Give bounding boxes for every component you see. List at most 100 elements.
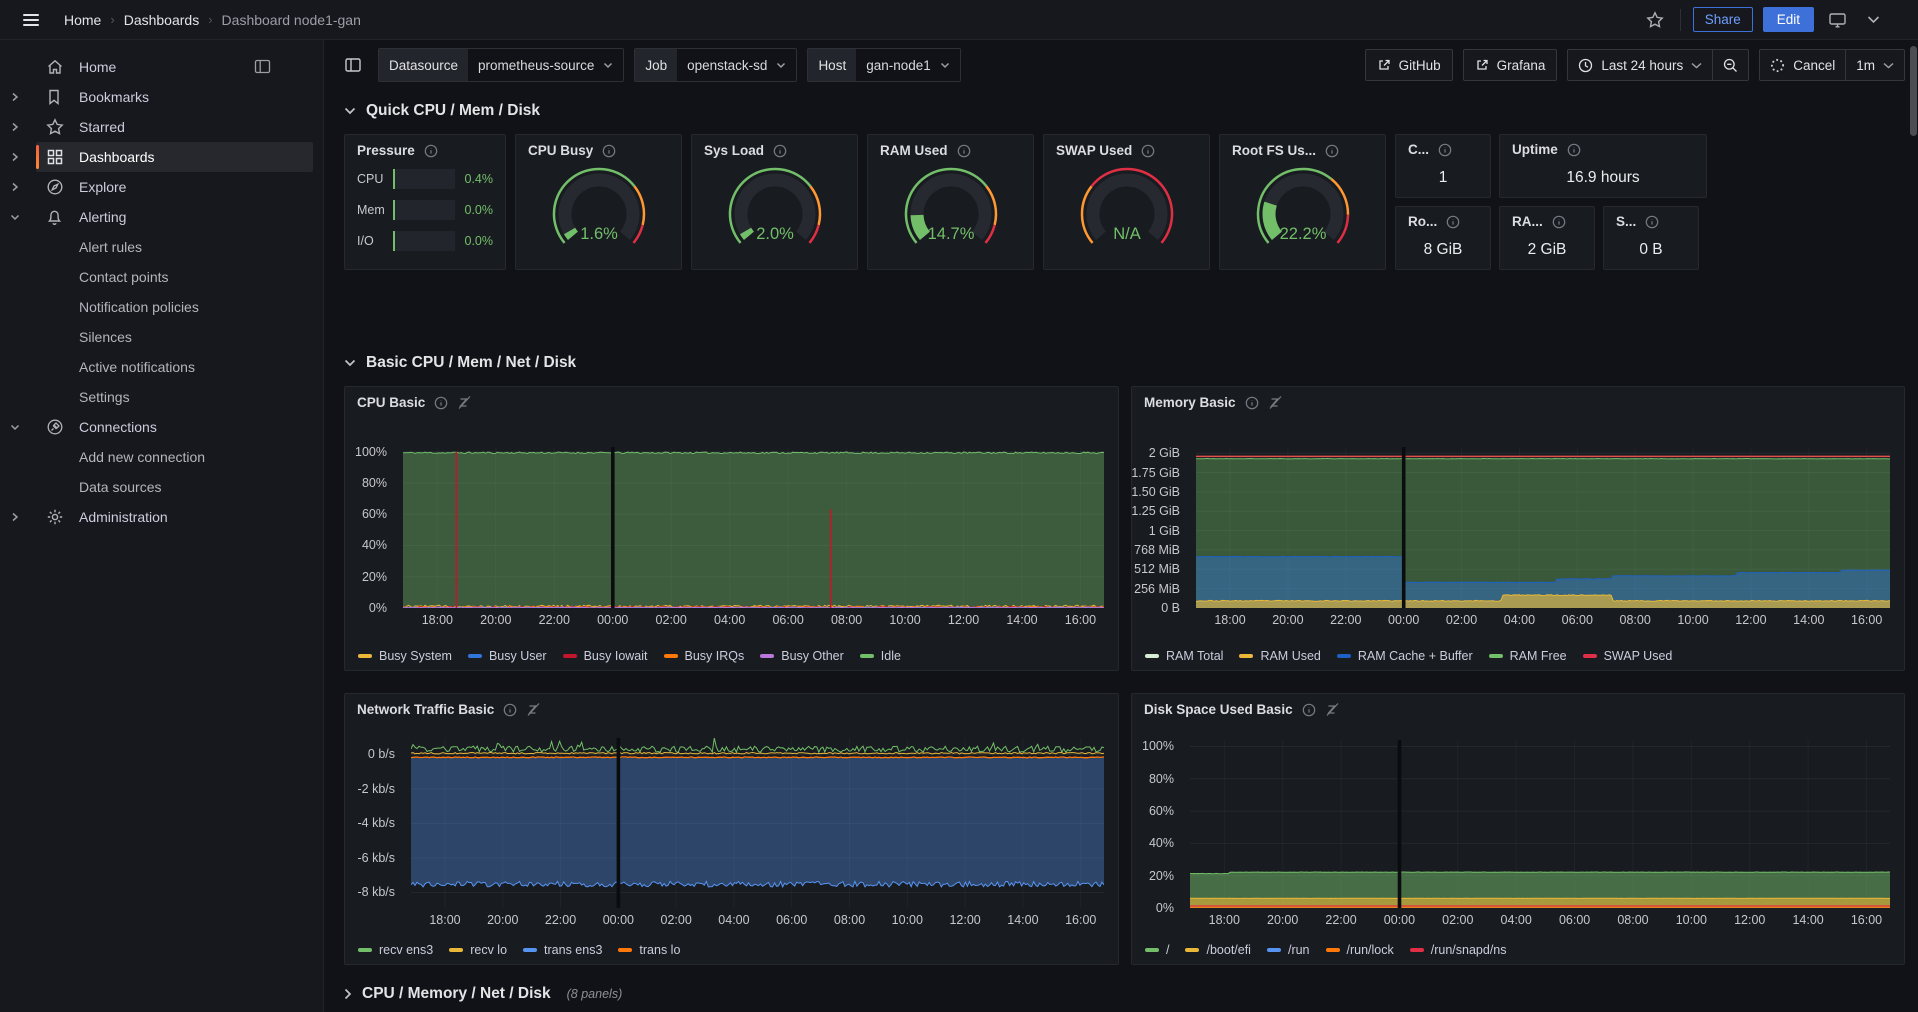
link-button-grafana[interactable]: Grafana [1463,49,1558,81]
dock-toggle-icon[interactable] [344,56,368,74]
panel-status-icon[interactable] [1325,702,1340,717]
chart-plot-area[interactable] [1196,447,1890,608]
legend-item-busy-user[interactable]: Busy User [468,649,547,663]
chart-plot-area[interactable] [411,738,1104,908]
panel-status-icon[interactable] [457,395,472,410]
sidebar-item-explore[interactable]: Explore [0,172,323,202]
legend-item-busy-other[interactable]: Busy Other [760,649,844,663]
hamburger-menu-icon[interactable] [20,9,42,31]
legend-item-trans-lo[interactable]: trans lo [618,943,680,957]
legend-item-swap-used[interactable]: SWAP Used [1583,649,1673,663]
refresh-interval-select[interactable]: 1m [1846,50,1904,80]
breadcrumb-item-dashboard-node1-gan[interactable]: Dashboard node1-gan [222,12,361,28]
legend-item-busy-irqs[interactable]: Busy IRQs [664,649,745,663]
chevron-right-icon[interactable] [10,122,36,132]
tv-kiosk-icon[interactable] [1824,7,1850,33]
info-icon[interactable] [957,144,971,158]
chevron-right-icon[interactable] [10,92,36,102]
sidebar-item-alerting[interactable]: Alerting [0,202,323,232]
variable-value-select[interactable]: gan-node1 [856,49,960,81]
sidebar-item-alert-rules[interactable]: Alert rules [0,232,323,262]
sidebar-item-connections[interactable]: Connections [0,412,323,442]
sidebar-item-silences[interactable]: Silences [0,322,323,352]
variable-job[interactable]: Jobopenstack-sd [634,48,797,82]
variable-host[interactable]: Hostgan-node1 [807,48,960,82]
sidebar-item-starred[interactable]: Starred [0,112,323,142]
x-tick-label: 14:00 [997,913,1049,927]
share-button[interactable]: Share [1693,7,1753,32]
sidebar-item-home[interactable]: Home [0,52,323,82]
sidebar-item-contact-points[interactable]: Contact points [0,262,323,292]
sidebar-item-notification-policies[interactable]: Notification policies [0,292,323,322]
legend-item-idle[interactable]: Idle [860,649,901,663]
cancel-refresh-button[interactable]: Cancel [1760,50,1845,80]
variable-datasource[interactable]: Datasourceprometheus-source [378,48,624,82]
x-tick-label: 00:00 [1373,913,1425,927]
info-icon[interactable] [1552,215,1566,229]
legend-item-ram-cache-buffer[interactable]: RAM Cache + Buffer [1337,649,1473,663]
section-header-quick[interactable]: Quick CPU / Mem / Disk [344,100,1905,122]
info-icon[interactable] [424,144,438,158]
sidebar-item-dashboards[interactable]: Dashboards [0,142,323,172]
legend-item-busy-system[interactable]: Busy System [358,649,452,663]
info-icon[interactable] [434,396,448,410]
breadcrumb-item-home[interactable]: Home [64,12,101,28]
x-tick-label: 10:00 [881,913,933,927]
section-header-collapsed[interactable]: CPU / Memory / Net / Disk (8 panels) [344,983,1905,1005]
legend-label: Busy IRQs [685,649,745,663]
legend-item-run-lock[interactable]: /run/lock [1326,943,1394,957]
chevron-right-icon[interactable] [10,182,36,192]
panel-status-icon[interactable] [526,702,541,717]
chevron-down-icon[interactable] [1860,7,1886,33]
info-icon[interactable] [773,144,787,158]
sidebar-item-label: Add new connection [79,449,205,465]
breadcrumb-item-dashboards[interactable]: Dashboards [124,12,200,28]
legend-item-recv-lo[interactable]: recv lo [449,943,507,957]
info-icon[interactable] [1325,144,1339,158]
edit-button[interactable]: Edit [1763,7,1814,32]
stat-panels: C...1Uptime16.9 hours Ro...8 GiBRA...2 G… [1395,134,1707,270]
chevron-down-icon[interactable] [10,422,36,432]
legend-item-ram-free[interactable]: RAM Free [1489,649,1567,663]
info-icon[interactable] [1446,215,1460,229]
info-icon[interactable] [1141,144,1155,158]
chevron-right-icon[interactable] [10,152,36,162]
legend-item-trans-ens3[interactable]: trans ens3 [523,943,602,957]
legend-item-ram-total[interactable]: RAM Total [1145,649,1223,663]
info-icon[interactable] [602,144,616,158]
legend-item-[interactable]: / [1145,943,1169,957]
legend-item-run[interactable]: /run [1267,943,1310,957]
info-icon[interactable] [1438,143,1452,157]
link-button-github[interactable]: GitHub [1365,49,1453,81]
variable-value-select[interactable]: prometheus-source [468,49,623,81]
info-icon[interactable] [1302,703,1316,717]
info-icon[interactable] [1645,215,1659,229]
chevron-down-icon[interactable] [10,212,36,222]
panel-status-icon[interactable] [1268,395,1283,410]
sidebar-item-data-sources[interactable]: Data sources [0,472,323,502]
variable-value-select[interactable]: openstack-sd [677,49,796,81]
zoom-out-button[interactable] [1713,50,1748,80]
sidebar-item-add-new-connection[interactable]: Add new connection [0,442,323,472]
info-icon[interactable] [1567,143,1581,157]
star-icon[interactable] [1642,7,1668,33]
chart-plot-area[interactable] [403,447,1104,608]
sidebar-item-label: Starred [79,119,125,135]
sidebar-item-administration[interactable]: Administration [0,502,323,532]
legend-item-recv-ens3[interactable]: recv ens3 [358,943,433,957]
legend-item-boot-efi[interactable]: /boot/efi [1185,943,1250,957]
sidebar-item-label: Alert rules [79,239,142,255]
info-icon[interactable] [1245,396,1259,410]
chevron-right-icon[interactable] [10,512,36,522]
legend-item-busy-iowait[interactable]: Busy Iowait [563,649,648,663]
legend-item-ram-used[interactable]: RAM Used [1239,649,1320,663]
sidebar-item-active-notifications[interactable]: Active notifications [0,352,323,382]
scrollbar-thumb[interactable] [1910,46,1917,136]
time-range-button[interactable]: Last 24 hours [1568,50,1712,80]
section-header-basic[interactable]: Basic CPU / Mem / Net / Disk [344,352,1905,374]
sidebar-item-settings[interactable]: Settings [0,382,323,412]
chart-plot-area[interactable] [1190,740,1890,908]
legend-item-run-snapd-ns[interactable]: /run/snapd/ns [1410,943,1507,957]
sidebar-item-bookmarks[interactable]: Bookmarks [0,82,323,112]
info-icon[interactable] [503,703,517,717]
